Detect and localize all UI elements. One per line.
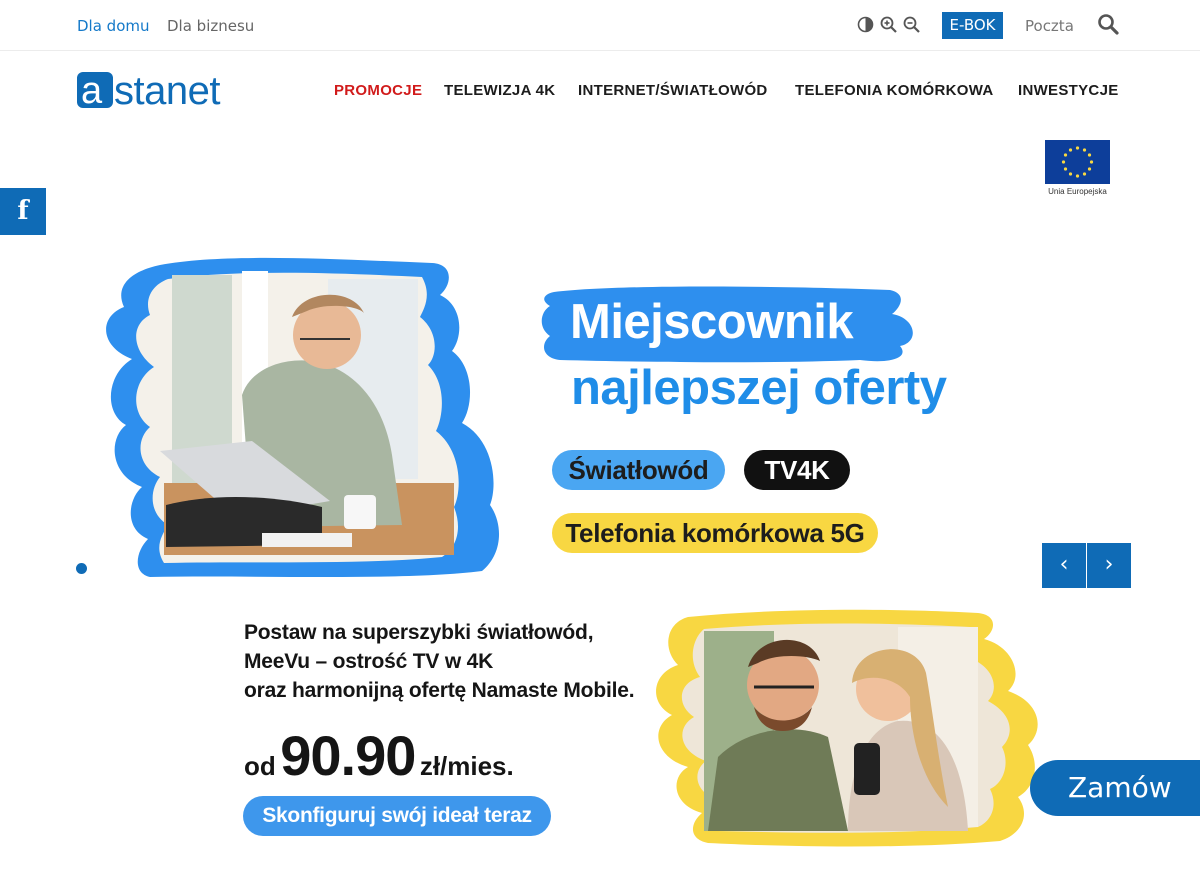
nav-promocje[interactable]: PROMOCJE — [334, 82, 422, 99]
promo-line-2: MeeVu – ostrość TV w 4K — [244, 650, 494, 673]
pill-telefonia: Telefonia komórkowa 5G — [552, 513, 878, 553]
zoom-out-icon[interactable] — [903, 16, 920, 33]
hero-photo-man-laptop — [106, 257, 500, 577]
price-unit: zł/mies. — [419, 751, 514, 781]
nav-internet[interactable]: INTERNET/ŚWIATŁOWÓD — [578, 82, 768, 99]
hero-headline-line2: najlepszej oferty — [571, 361, 947, 415]
price: od 90.90 zł/mies. — [244, 723, 514, 787]
astanet-logo[interactable]: a stanet astanet — [77, 69, 239, 111]
nav-inwestycje[interactable]: INWESTYCJE — [1018, 82, 1119, 99]
svg-text:stanet: stanet — [114, 69, 220, 111]
pill-swiatlowod: Światłowód — [552, 450, 725, 490]
price-value: 90.90 — [280, 724, 416, 787]
slider-dot[interactable] — [76, 563, 87, 574]
nav-telewizja[interactable]: TELEWIZJA 4K — [444, 82, 555, 99]
configure-offer-button[interactable]: Skonfiguruj swój ideał teraz — [243, 796, 551, 836]
svg-text:a: a — [81, 70, 103, 111]
top-utility-bar: Dla domu Dla biznesu E-BOK Poczta — [0, 0, 1200, 51]
segment-business-link[interactable]: Dla biznesu — [167, 17, 254, 35]
hero-headline-line1: Miejscownik — [570, 295, 854, 349]
promo-line-3: oraz harmonijną ofertę Namaste Mobile. — [244, 679, 635, 702]
slider-prev-button[interactable]: ‹ — [1042, 543, 1086, 588]
ebok-button[interactable]: E-BOK — [942, 12, 1003, 39]
eu-label: Unia Europejska — [1048, 187, 1107, 196]
facebook-button[interactable]: f — [0, 188, 46, 235]
promo-photo-couple — [656, 609, 1038, 847]
mail-link[interactable]: Poczta — [1025, 17, 1074, 35]
contrast-icon[interactable] — [857, 16, 874, 33]
eu-flag-icon — [1045, 140, 1110, 184]
slider-next-button[interactable]: › — [1087, 543, 1131, 588]
search-icon[interactable] — [1097, 13, 1119, 35]
segment-home-link[interactable]: Dla domu — [77, 17, 150, 35]
zoom-in-icon[interactable] — [880, 16, 897, 33]
promo-line-1: Postaw na superszybki światłowód, — [244, 621, 594, 644]
price-prefix: od — [244, 751, 276, 781]
nav-telefonia[interactable]: TELEFONIA KOMÓRKOWA — [795, 82, 993, 99]
pill-tv4k: TV4K — [744, 450, 850, 490]
order-button[interactable]: Zamów — [1030, 760, 1200, 816]
